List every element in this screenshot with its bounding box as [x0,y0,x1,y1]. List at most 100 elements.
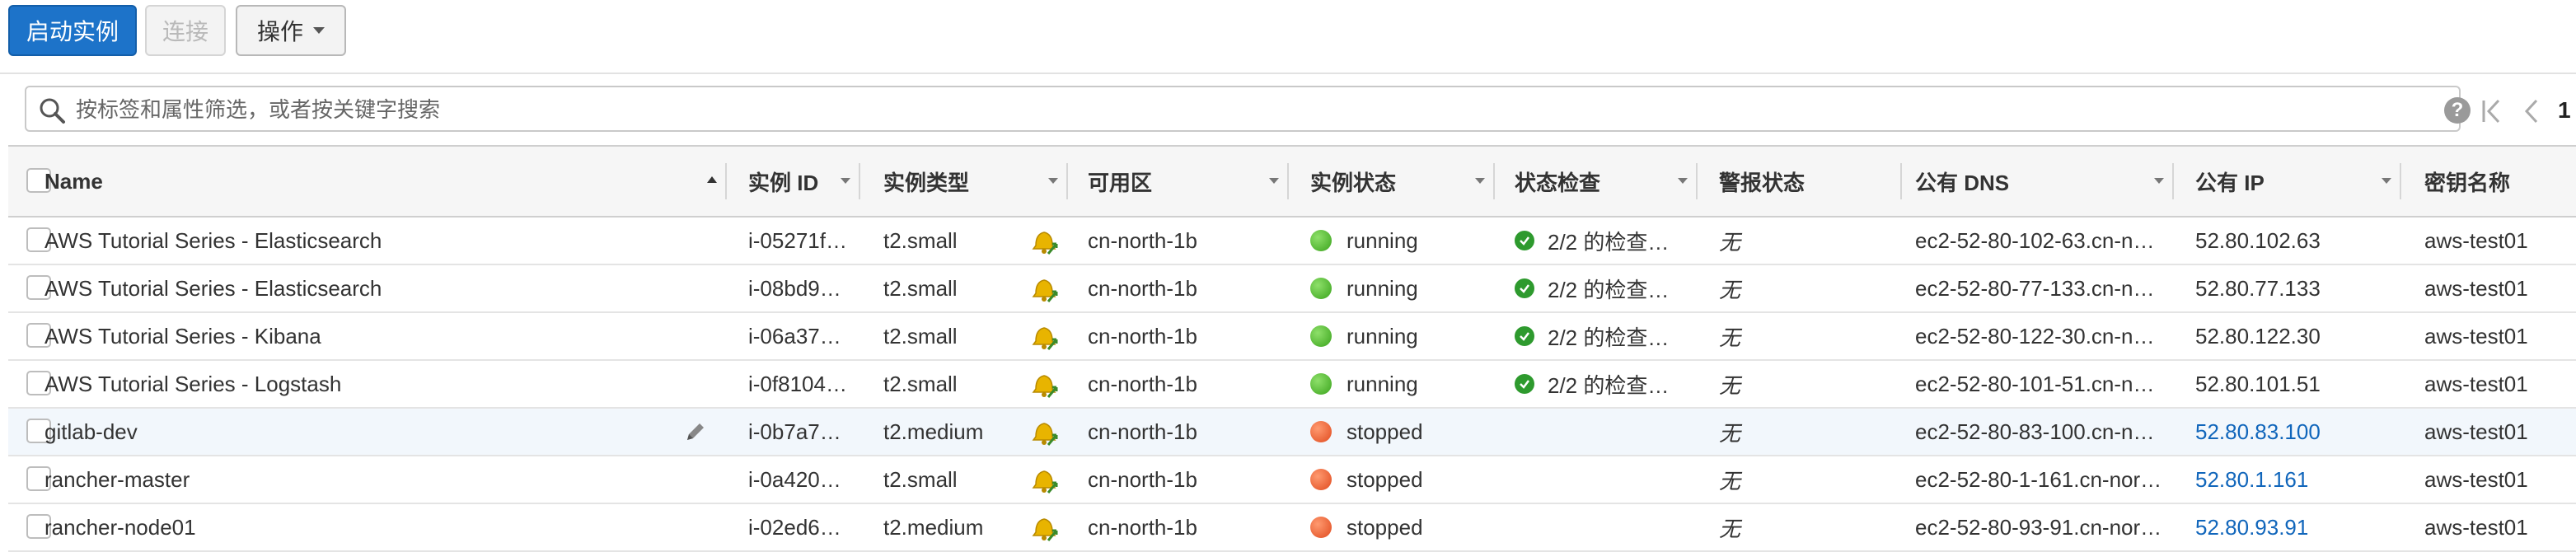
sort-icon[interactable] [1048,178,1058,184]
public-ip[interactable]: 52.80.93.91 [2195,504,2393,550]
alarm-status: 无 [1719,277,1741,302]
column-status-check[interactable]: 状态检查 [1515,147,1600,216]
sort-icon[interactable] [1678,178,1688,184]
column-name[interactable]: Name [44,147,103,216]
instance-id[interactable]: i-0b7a7… [748,409,855,455]
table-row[interactable]: AWS Tutorial Series - Elasticsearch i-05… [8,218,2576,265]
column-alarm-status[interactable]: 警报状态 [1719,147,1805,216]
instance-id[interactable]: i-06a37… [748,313,855,359]
status-check-text[interactable]: 2/2 的检查… [1548,321,1669,352]
instance-state: running [1310,265,1492,311]
public-ip[interactable]: 52.80.83.100 [2195,409,2393,455]
availability-zone: cn-north-1b [1088,466,1197,492]
public-dns: ec2-52-80-83-100.cn-n… [1915,419,2155,444]
instance-state: running [1310,313,1492,359]
key-name: aws-test01 [2424,227,2528,253]
chevron-down-icon [313,27,325,34]
instance-state: stopped [1310,504,1492,550]
filter-bar: ? 1 [0,73,2576,147]
alarm-bell-icon[interactable] [1030,226,1058,255]
instance-id[interactable]: i-0a420… [748,456,855,503]
toolbar: 启动实例 连接 操作 [0,0,2576,74]
check-circle-icon [1515,374,1534,394]
table-row[interactable]: gitlab-dev i-0b7a7… t2.medium cn-north-1… [8,409,2576,456]
column-public-ip[interactable]: 公有 IP [2195,147,2265,216]
state-icon [1310,325,1332,347]
column-instance-id[interactable]: 实例 ID [748,147,818,216]
public-ip[interactable]: 52.80.1.161 [2195,456,2393,503]
page-number: 1 [2558,97,2571,123]
alarm-bell-icon[interactable] [1030,417,1058,447]
instance-id[interactable]: i-05271f… [748,218,855,264]
instance-name: AWS Tutorial Series - Elasticsearch [44,275,382,301]
availability-zone: cn-north-1b [1088,275,1197,301]
previous-page-icon[interactable] [2522,97,2540,125]
state-icon [1310,517,1332,538]
instance-name: gitlab-dev [44,419,138,444]
sort-icon[interactable] [2382,178,2391,184]
alarm-bell-icon[interactable] [1030,369,1058,399]
state-icon [1310,469,1332,490]
connect-button[interactable]: 连接 [145,5,226,56]
public-dns: ec2-52-80-77-133.cn-n… [1915,275,2155,301]
public-ip: 52.80.102.63 [2195,227,2321,253]
table-body: AWS Tutorial Series - Elasticsearch i-05… [8,218,2576,552]
availability-zone: cn-north-1b [1088,514,1197,540]
instance-name: rancher-node01 [44,514,196,540]
table-row[interactable]: AWS Tutorial Series - Kibana i-06a37… t2… [8,313,2576,361]
status-check-text[interactable]: 2/2 的检查… [1548,226,1669,256]
sort-icon[interactable] [1269,178,1279,184]
state-icon [1310,230,1332,251]
check-circle-icon [1515,231,1534,250]
status-check [1515,504,1688,550]
instance-name: AWS Tutorial Series - Kibana [44,323,321,349]
availability-zone: cn-north-1b [1088,371,1197,396]
table-row[interactable]: AWS Tutorial Series - Elasticsearch i-08… [8,265,2576,313]
table-row[interactable]: rancher-master i-0a420… t2.small cn-nort… [8,456,2576,504]
column-availability-zone[interactable]: 可用区 [1088,147,1152,216]
status-check [1515,409,1688,455]
alarm-bell-icon[interactable] [1030,321,1058,351]
table-row[interactable]: rancher-node01 i-02ed6… t2.medium cn-nor… [8,504,2576,552]
sort-icon[interactable] [2154,178,2164,184]
alarm-status: 无 [1719,516,1741,541]
instance-state: running [1310,361,1492,407]
search-box[interactable]: ? [25,86,2471,132]
status-check: 2/2 的检查… [1515,361,1688,407]
alarm-status: 无 [1719,229,1741,255]
public-ip: 52.80.122.30 [2195,323,2321,349]
edit-pencil-icon[interactable] [684,420,707,443]
status-check: 2/2 的检查… [1515,313,1688,359]
state-icon [1310,278,1332,299]
availability-zone: cn-north-1b [1088,227,1197,253]
launch-instance-button[interactable]: 启动实例 [8,5,137,56]
alarm-status: 无 [1719,325,1741,350]
column-instance-type[interactable]: 实例类型 [883,147,969,216]
instance-id[interactable]: i-08bd9… [748,265,855,311]
alarm-bell-icon[interactable] [1030,274,1058,303]
instance-state: stopped [1310,409,1492,455]
sort-icon[interactable] [841,178,850,184]
first-page-icon[interactable] [2480,97,2503,125]
column-public-dns[interactable]: 公有 DNS [1915,147,2009,216]
alarm-bell-icon[interactable] [1030,512,1058,542]
column-instance-state[interactable]: 实例状态 [1310,147,1396,216]
help-icon[interactable]: ? [2444,97,2471,124]
status-check-text[interactable]: 2/2 的检查… [1548,274,1669,304]
key-name: aws-test01 [2424,466,2528,492]
status-check-text[interactable]: 2/2 的检查… [1548,369,1669,400]
availability-zone: cn-north-1b [1088,323,1197,349]
table-row[interactable]: AWS Tutorial Series - Logstash i-0f8104…… [8,361,2576,409]
public-dns: ec2-52-80-122-30.cn-n… [1915,323,2155,349]
public-ip: 52.80.77.133 [2195,275,2321,301]
alarm-bell-icon[interactable] [1030,465,1058,494]
sort-icon[interactable] [1475,178,1485,184]
instance-id[interactable]: i-0f8104… [748,361,855,407]
public-ip: 52.80.101.51 [2195,371,2321,396]
check-circle-icon [1515,326,1534,346]
column-key-name[interactable]: 密钥名称 [2424,147,2510,216]
sort-ascending-icon[interactable] [707,176,717,183]
search-input[interactable] [74,87,2385,132]
actions-dropdown-button[interactable]: 操作 [236,5,346,56]
instance-id[interactable]: i-02ed6… [748,504,855,550]
